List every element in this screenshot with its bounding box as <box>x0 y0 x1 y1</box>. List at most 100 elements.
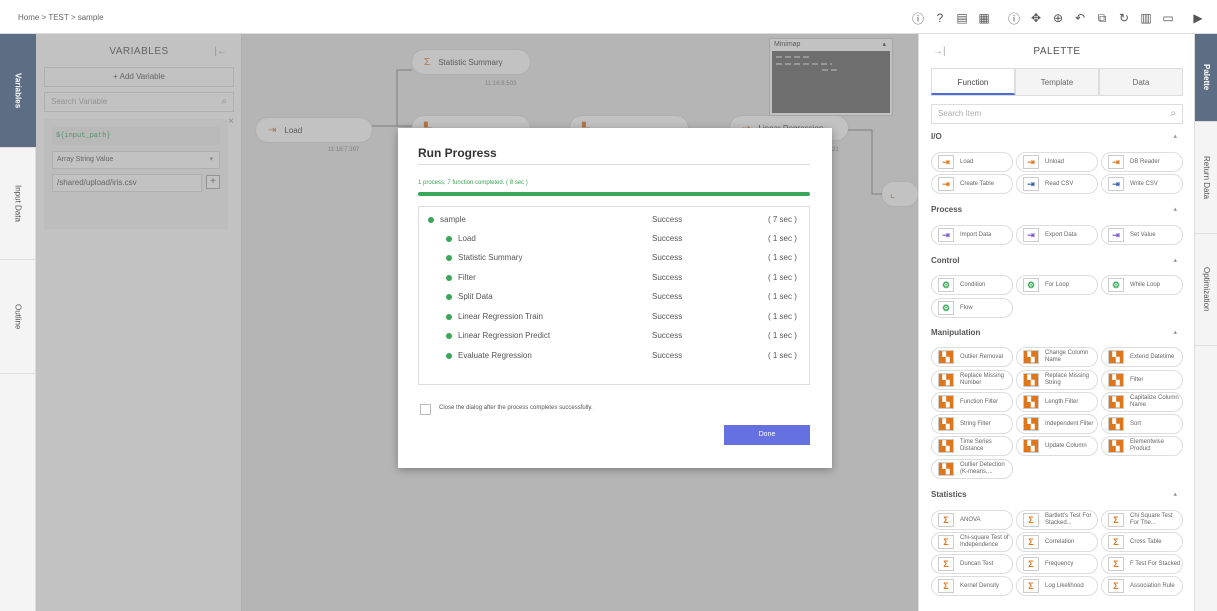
palette-item[interactable]: ⇥ Load <box>931 152 1013 172</box>
palette-item[interactable]: ▚ Outlier Detection (K-means,... <box>931 459 1013 479</box>
palette-item[interactable]: ▚ Length Filter <box>1016 392 1098 412</box>
success-dot-icon <box>428 217 434 223</box>
palette-item[interactable]: ▚ Function Filter <box>931 392 1013 412</box>
manipulation-icon: ▚ <box>1108 350 1124 364</box>
close-after-complete-checkbox[interactable] <box>420 404 431 415</box>
section-control[interactable]: Control ▴ <box>931 256 1183 265</box>
progress-row: Statistic Summary Success ( 1 sec ) <box>419 250 811 268</box>
section-manipulation[interactable]: Manipulation ▴ <box>931 328 1183 337</box>
sigma-icon: Σ <box>938 535 954 549</box>
section-process[interactable]: Process ▴ <box>931 205 1183 214</box>
palette-item[interactable]: ▚ Time Series Distance <box>931 436 1013 456</box>
properties-icon[interactable]: ⓘ <box>1003 9 1025 27</box>
section-statistics[interactable]: Statistics ▴ <box>931 490 1183 499</box>
sigma-icon: Σ <box>1023 557 1039 571</box>
palette-item[interactable]: Σ ANOVA <box>931 510 1013 530</box>
palette-item[interactable]: ▚ Replace Missing String <box>1016 370 1098 390</box>
history-icon[interactable]: ↻ <box>1113 9 1135 27</box>
table-icon[interactable]: ▭ <box>1157 9 1179 27</box>
search-item-input[interactable]: Search Item ⌕ <box>931 104 1183 124</box>
copy-icon[interactable]: ⧉ <box>1091 9 1113 27</box>
document-icon[interactable]: ▤ <box>951 9 973 27</box>
palette-item[interactable]: ⇥ Set Value <box>1101 225 1183 245</box>
move-icon[interactable]: ✥ <box>1025 9 1047 27</box>
write-csv-icon: ⇥ <box>1108 177 1124 191</box>
tab-palette[interactable]: Palette <box>1195 34 1217 122</box>
tab-function[interactable]: Function <box>931 68 1015 95</box>
palette-item[interactable]: ▚ Replace Missing Number <box>931 370 1013 390</box>
palette-item[interactable]: Σ Bartlett's Test For Stacked... <box>1016 510 1098 530</box>
db-reader-icon: ⇥ <box>1108 155 1124 169</box>
tab-optimization[interactable]: Optimization <box>1195 234 1217 346</box>
palette-item[interactable]: ⇥ Write CSV <box>1101 174 1183 194</box>
progress-list: sample Success ( 7 sec ) Load Success ( … <box>418 206 810 385</box>
palette-item[interactable]: ΣF Test For Stacked <box>1101 554 1183 574</box>
section-io[interactable]: I/O ▴ <box>931 132 1183 141</box>
palette-item[interactable]: ⚙ While Loop <box>1101 275 1183 295</box>
success-dot-icon <box>446 255 452 261</box>
clipboard-icon[interactable]: ▥ <box>1135 9 1157 27</box>
set-value-icon: ⇥ <box>1108 228 1124 242</box>
tab-template[interactable]: Template <box>1015 68 1099 95</box>
success-dot-icon <box>446 314 452 320</box>
help-icon[interactable]: ? <box>929 9 951 27</box>
palette-item[interactable]: ▚ Filter <box>1101 370 1183 390</box>
palette-item[interactable]: Σ Chi-square Test of Independence <box>931 532 1013 552</box>
palette-item[interactable]: ⇥ Export Data <box>1016 225 1098 245</box>
chevron-up-icon[interactable]: ▴ <box>1173 205 1177 213</box>
sigma-icon: Σ <box>938 579 954 593</box>
chevron-up-icon[interactable]: ▴ <box>1173 132 1177 140</box>
palette-item[interactable]: Σ Cross Table <box>1101 532 1183 552</box>
palette-item[interactable]: ⚙ Flow <box>931 298 1013 318</box>
chevron-up-icon[interactable]: ▴ <box>1173 490 1177 498</box>
palette-item[interactable]: ⇥ DB Reader <box>1101 152 1183 172</box>
palette-item[interactable]: ▚ Sort <box>1101 414 1183 434</box>
manipulation-icon: ▚ <box>1023 350 1039 364</box>
palette-item[interactable]: ⚙ For Loop <box>1016 275 1098 295</box>
run-icon[interactable]: ▶ <box>1187 9 1209 27</box>
palette-item[interactable]: ⇥ Unload <box>1016 152 1098 172</box>
chevron-up-icon[interactable]: ▴ <box>1173 256 1177 264</box>
palette-item[interactable]: Σ Correlation <box>1016 532 1098 552</box>
palette-panel: →| PALETTE Function Template Data Search… <box>918 34 1194 611</box>
calendar-icon[interactable]: ▦ <box>973 9 995 27</box>
palette-item[interactable]: Σ Duncan Test <box>931 554 1013 574</box>
palette-item[interactable]: ▚ String Filter <box>931 414 1013 434</box>
manipulation-icon: ▚ <box>1108 373 1124 387</box>
palette-item[interactable]: Σ Frequency <box>1016 554 1098 574</box>
tab-input-data[interactable]: Input Data <box>0 148 36 260</box>
breadcrumb[interactable]: Home > TEST > sample <box>18 13 104 22</box>
tab-data[interactable]: Data <box>1099 68 1183 95</box>
manipulation-icon: ▚ <box>938 373 954 387</box>
chevron-up-icon[interactable]: ▴ <box>1173 328 1177 336</box>
tab-outline[interactable]: Outline <box>0 260 36 374</box>
palette-item[interactable]: ▚ Elementwise Product <box>1101 436 1183 456</box>
manipulation-icon: ▚ <box>1023 395 1039 409</box>
palette-item[interactable]: Σ Chi Square Test For The... <box>1101 510 1183 530</box>
palette-item[interactable]: Σ Log Likelihood <box>1016 576 1098 596</box>
palette-item[interactable]: ▚ Capitalize Column Name <box>1101 392 1183 412</box>
info-icon[interactable]: ⓘ <box>907 9 929 27</box>
palette-item[interactable]: Σ Association Rule <box>1101 576 1183 596</box>
read-csv-icon: ⇥ <box>1023 177 1039 191</box>
palette-item[interactable]: ▚ Outlier Removal <box>931 347 1013 367</box>
palette-item[interactable]: ⇥ Create Table <box>931 174 1013 194</box>
done-button[interactable]: Done <box>724 425 810 445</box>
palette-item[interactable]: Σ Kernel Density <box>931 576 1013 596</box>
search-icon[interactable]: ⌕ <box>1170 105 1176 123</box>
undo-icon[interactable]: ↶ <box>1069 9 1091 27</box>
palette-item[interactable]: ▚ Independent Filter <box>1016 414 1098 434</box>
palette-item[interactable]: ▚ Change Column Name <box>1016 347 1098 367</box>
import-data-icon: ⇥ <box>938 228 954 242</box>
manipulation-icon: ▚ <box>1023 439 1039 453</box>
tab-return-data[interactable]: Return Data <box>1195 122 1217 234</box>
palette-item[interactable]: ⇥ Import Data <box>931 225 1013 245</box>
tab-variables[interactable]: Variables <box>0 34 36 148</box>
zoom-icon[interactable]: ⊕ <box>1047 9 1069 27</box>
palette-title: PALETTE <box>1033 46 1081 57</box>
progress-row: Linear Regression Train Success ( 1 sec … <box>419 309 811 327</box>
palette-item[interactable]: ⇥ Read CSV <box>1016 174 1098 194</box>
palette-item[interactable]: ⚙ Condition <box>931 275 1013 295</box>
palette-item[interactable]: ▚ Update Column <box>1016 436 1098 456</box>
palette-item[interactable]: ▚ Extend Datetime <box>1101 347 1183 367</box>
